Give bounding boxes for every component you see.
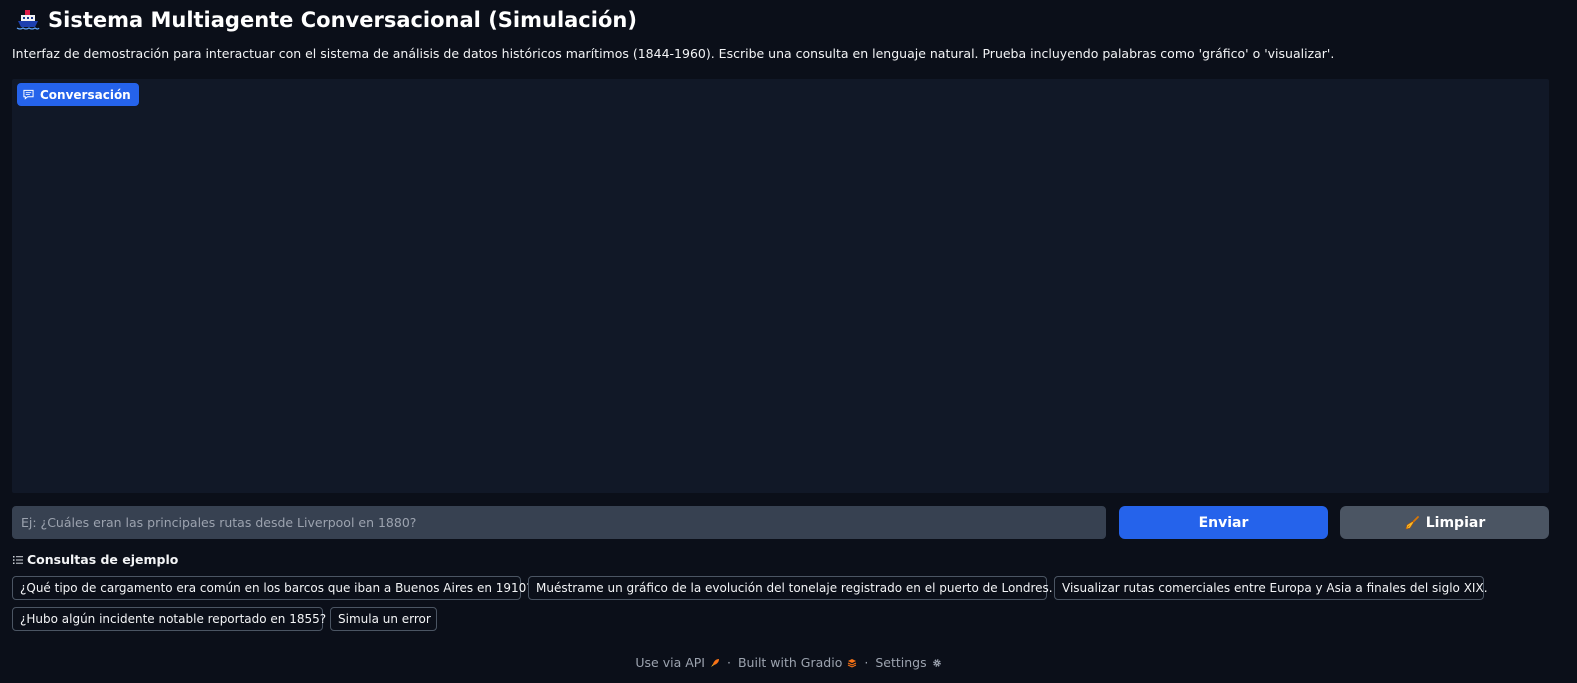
clear-button-label: Limpiar: [1425, 514, 1486, 531]
use-api-label: Use via API: [635, 655, 705, 670]
clear-button[interactable]: Limpiar: [1340, 506, 1549, 539]
settings-link[interactable]: Settings: [875, 655, 941, 670]
page-title: Sistema Multiagente Conversacional (Simu…: [48, 8, 637, 32]
page-title-row: Sistema Multiagente Conversacional (Simu…: [16, 6, 637, 34]
example-chip[interactable]: Simula un error: [330, 607, 437, 631]
example-chip[interactable]: Visualizar rutas comerciales entre Europ…: [1054, 576, 1488, 600]
use-api-link[interactable]: Use via API: [635, 655, 720, 670]
rocket-icon: [711, 658, 719, 667]
gradio-logo-icon: [848, 658, 857, 668]
chatbot-label: Conversación: [17, 83, 139, 106]
footer-separator: ·: [727, 655, 731, 670]
broom-icon: [1405, 515, 1419, 529]
send-button[interactable]: Enviar: [1119, 506, 1328, 539]
chat-bubble-icon: [23, 89, 34, 100]
built-with-gradio-link[interactable]: Built with Gradio: [738, 655, 857, 670]
send-button-label: Enviar: [1198, 514, 1249, 531]
chatbot-label-text: Conversación: [40, 87, 131, 102]
gear-icon: [932, 658, 941, 667]
page-description: Interfaz de demostración para interactua…: [12, 46, 1335, 61]
examples-header-label: Consultas de ejemplo: [27, 552, 179, 567]
examples-header: Consultas de ejemplo: [13, 552, 178, 567]
query-input[interactable]: [12, 506, 1106, 539]
example-chip[interactable]: ¿Hubo algún incidente notable reportado …: [12, 607, 326, 631]
built-with-label: Built with Gradio: [737, 655, 843, 670]
footer-separator: ·: [864, 655, 869, 670]
settings-label: Settings: [875, 655, 927, 670]
ship-icon: [16, 10, 40, 30]
list-icon: [13, 555, 23, 564]
example-chip[interactable]: Muéstrame un gráfico de la evolución del…: [528, 576, 1053, 600]
footer: Use via API · Built with Gradio · Settin…: [0, 655, 1577, 670]
example-chip[interactable]: ¿Qué tipo de cargamento era común en los…: [12, 576, 533, 600]
chatbot-panel[interactable]: Conversación: [12, 79, 1549, 493]
